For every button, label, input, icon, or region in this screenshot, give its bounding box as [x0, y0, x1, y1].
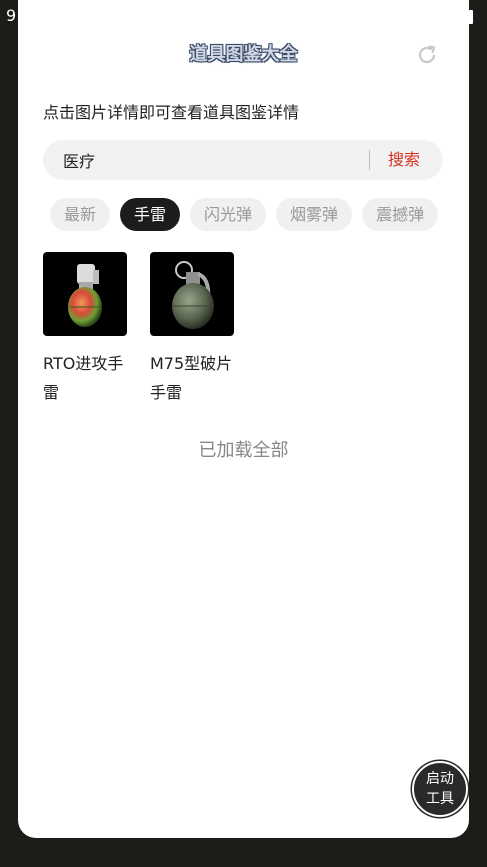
item-name: RTO进攻手雷 [43, 354, 124, 402]
category-tabs: 最新 手雷 闪光弹 烟雾弹 震撼弹 [50, 198, 443, 232]
tab-grenade[interactable]: 手雷 [120, 198, 181, 231]
launch-tool-button[interactable]: 启动 工具 [412, 761, 468, 817]
main-sheet: 道具图鉴大全 点击图片详情即可查看道具图鉴详情 搜索 最新手雷闪光弹烟雾弹震撼弹 [18, 0, 469, 838]
m75-grenade-image[interactable] [150, 252, 234, 336]
tab-flashbang[interactable]: 闪光弹 [190, 198, 267, 231]
refresh-icon[interactable] [415, 43, 439, 67]
search-input[interactable] [63, 140, 363, 180]
tab-stun[interactable]: 震撼弹 [362, 198, 439, 231]
hint-text: 点击图片详情即可查看道具图鉴详情 [43, 103, 300, 122]
fab-label-line2: 工具 [426, 791, 454, 807]
page-title: 道具图鉴大全 [189, 44, 298, 65]
search-bar: 搜索 [43, 140, 443, 180]
loaded-all-text: 已加载全部 [198, 440, 289, 461]
tab-latest[interactable]: 最新 [50, 198, 111, 231]
item-card[interactable]: RTO进攻手雷 [43, 252, 133, 407]
tab-smoke[interactable]: 烟雾弹 [276, 198, 353, 231]
item-card[interactable]: M75型破片手雷 [150, 252, 240, 407]
fab-label-line1: 启动 [426, 771, 454, 787]
search-button[interactable]: 搜索 [388, 140, 420, 180]
item-name: M75型破片手雷 [150, 354, 233, 402]
rto-grenade-image[interactable] [43, 252, 127, 336]
search-divider [369, 150, 370, 170]
